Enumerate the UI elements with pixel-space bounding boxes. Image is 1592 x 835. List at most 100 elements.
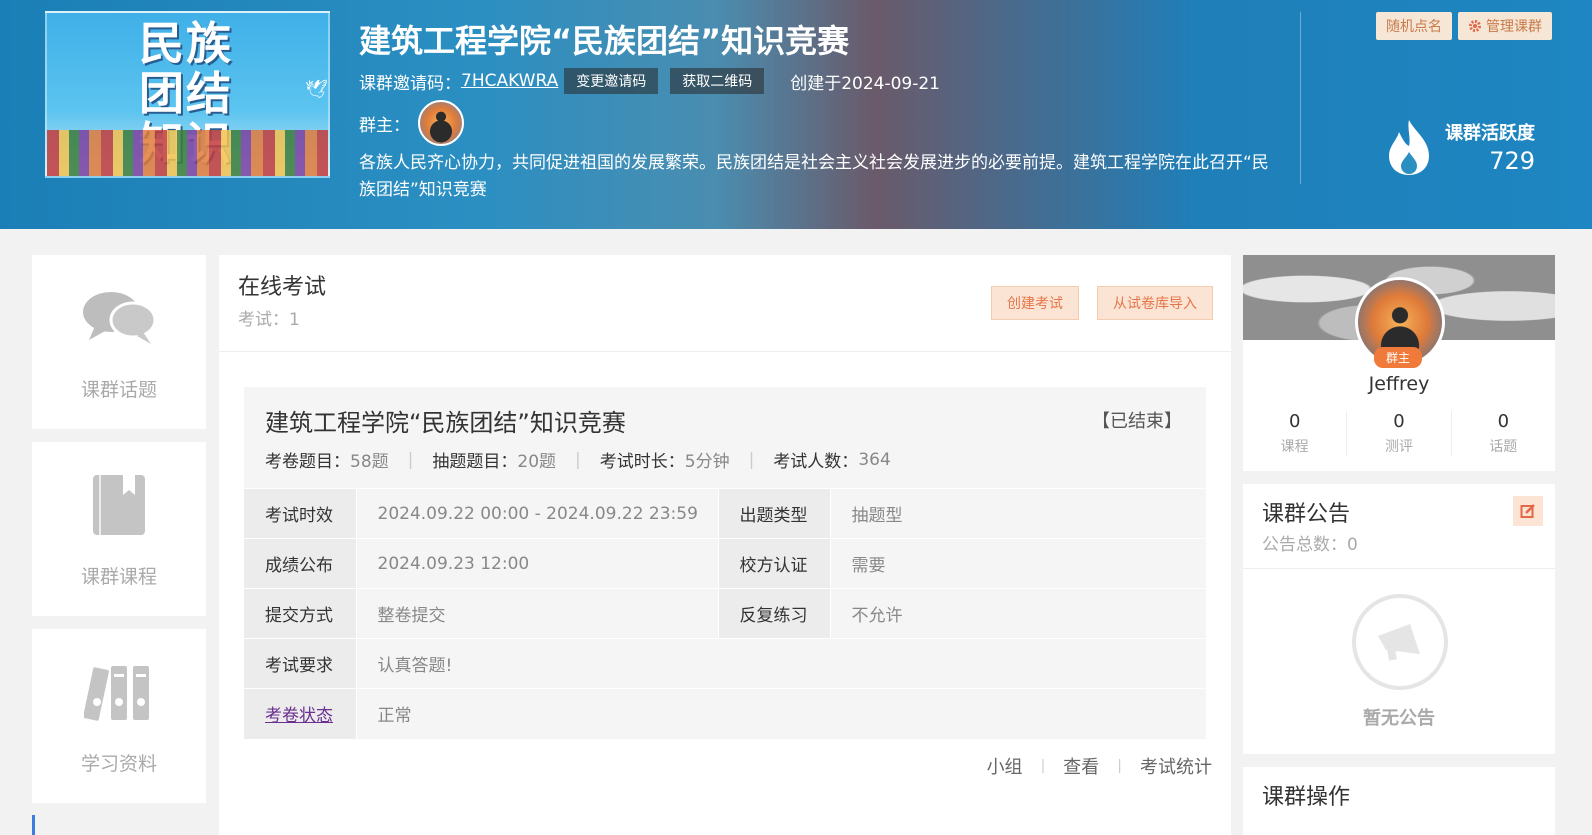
- megaphone-icon: [1352, 594, 1448, 690]
- table-value: 2024.09.23 12:00: [356, 538, 718, 589]
- table-key: 考试要求: [244, 638, 357, 689]
- stat-value: 0: [1393, 411, 1405, 432]
- exam-stats-link[interactable]: 考试统计: [1140, 753, 1212, 779]
- paper-status-link[interactable]: 考卷状态: [265, 706, 333, 726]
- announcement-card: 课群公告 公告总数：0 暂无公告: [1243, 484, 1555, 754]
- meta-separator: |: [575, 449, 581, 470]
- activity-score: 课群活跃度 729: [1385, 118, 1535, 176]
- meta-value: 364: [858, 449, 891, 470]
- table-row: 考试时效 2024.09.22 00:00 - 2024.09.22 23:59…: [244, 488, 1206, 539]
- gear-icon: [1469, 20, 1481, 32]
- table-row: 考卷状态 正常: [244, 688, 1206, 739]
- action-separator: |: [1117, 758, 1122, 774]
- exam-panel: 在线考试 考试：1 创建考试 从试卷库导入 建筑工程学院“民族团结”知识竞赛 【…: [219, 255, 1231, 835]
- table-value: 认真答题!: [356, 638, 1206, 689]
- announcement-count: 公告总数：0: [1262, 535, 1358, 555]
- manage-group-label: 管理课群: [1486, 19, 1542, 35]
- exam-count: 考试：1: [238, 310, 300, 330]
- binders-icon: [81, 657, 157, 727]
- meta-value: 58题: [350, 452, 389, 472]
- stat-topics[interactable]: 0 话题: [1452, 411, 1555, 456]
- nav-item-courses[interactable]: 课群课程: [32, 442, 206, 616]
- course-cover-image: 民族团结知识 🕊: [45, 11, 330, 178]
- random-call-button[interactable]: 随机点名: [1376, 12, 1452, 40]
- exam-panel-header: 在线考试 考试：1 创建考试 从试卷库导入: [219, 255, 1231, 352]
- random-call-label: 随机点名: [1386, 19, 1442, 35]
- page-title: 在线考试: [238, 275, 327, 300]
- nav-item-courses-label: 课群课程: [80, 565, 157, 588]
- nav-item-topics-label: 课群话题: [80, 378, 157, 401]
- exam-meta: 考卷题目： 58题 | 抽题题目： 20题 | 考试时长： 5分钟 | 考试人数： 36…: [265, 447, 891, 473]
- invite-code[interactable]: 7HCAKWRA: [461, 71, 558, 91]
- empty-announcement-text: 暂无公告: [1363, 708, 1435, 729]
- invite-row: 课群邀请码： 7HCAKWRA 变更邀请码 获取二维码 创建于2024-09-2…: [359, 68, 940, 94]
- owner-name[interactable]: Jeffrey: [1243, 373, 1555, 395]
- owner-stats: 0 课程 0 测评 0 话题: [1243, 411, 1555, 456]
- stat-value: 0: [1288, 411, 1301, 432]
- owner-row: 群主：: [359, 100, 464, 146]
- owner-profile-card: 群主 Jeffrey 0 课程 0 测评 0 话题: [1243, 255, 1555, 471]
- nav-item-topics[interactable]: 课群话题: [32, 255, 206, 429]
- exam-card: 建筑工程学院“民族团结”知识竞赛 【已结束】 考卷题目： 58题 | 抽题题目： 2…: [244, 387, 1206, 739]
- create-exam-button[interactable]: 创建考试: [991, 286, 1079, 320]
- divider: [1243, 568, 1555, 569]
- change-invite-code-button[interactable]: 变更邀请码: [564, 68, 659, 94]
- meta-value: 5分钟: [684, 452, 730, 472]
- table-key: 成绩公布: [244, 538, 357, 589]
- table-value: 不允许: [830, 588, 1206, 639]
- group-operations-card: 课群操作: [1243, 767, 1555, 835]
- stat-label: 测评: [1384, 439, 1413, 455]
- table-key: 提交方式: [244, 588, 357, 639]
- stat-value: 0: [1497, 411, 1510, 432]
- table-row: 提交方式 整卷提交 反复练习 不允许: [244, 588, 1206, 639]
- nav-accent-bar: [32, 815, 35, 835]
- chat-bubbles-icon: [81, 283, 157, 353]
- course-description: 各族人民齐心协力，共同促进祖国的发展繁荣。民族团结是社会主义社会发展进步的必要前…: [359, 153, 1269, 200]
- table-key: 考试时效: [244, 488, 357, 539]
- import-from-bank-button[interactable]: 从试卷库导入: [1097, 286, 1213, 320]
- exam-actions: 小组 | 查看 | 考试统计: [987, 753, 1212, 779]
- book-icon: [81, 470, 157, 540]
- activity-label: 课群活跃度: [1445, 123, 1535, 144]
- exam-name[interactable]: 建筑工程学院“民族团结”知识竞赛: [265, 403, 626, 438]
- view-link[interactable]: 查看: [1063, 753, 1099, 779]
- stat-courses[interactable]: 0 课程: [1243, 411, 1348, 456]
- course-title: 建筑工程学院“民族团结”知识竞赛: [359, 22, 850, 60]
- course-banner: 民族团结知识 🕊 建筑工程学院“民族团结”知识竞赛 课群邀请码： 7HCAKWR…: [0, 0, 1592, 229]
- dove-icon: 🕊: [305, 79, 328, 100]
- group-link[interactable]: 小组: [987, 753, 1023, 779]
- meta-separator: |: [748, 449, 755, 470]
- meta-key: 考试人数：: [773, 452, 859, 472]
- stat-label: 话题: [1489, 439, 1518, 455]
- owner-avatar[interactable]: [418, 100, 464, 146]
- stat-evaluations[interactable]: 0 测评: [1347, 411, 1452, 456]
- header-divider: [1300, 12, 1301, 184]
- activity-value: 729: [1489, 147, 1535, 175]
- cover-crowd-illustration: [47, 130, 328, 176]
- group-operations-title: 课群操作: [1262, 785, 1351, 810]
- table-key: 校方认证: [717, 538, 831, 589]
- meta-key: 考卷题目：: [265, 452, 350, 472]
- table-key-cell: 考卷状态: [244, 688, 357, 739]
- exam-status-badge: 【已结束】: [1092, 411, 1182, 432]
- stat-label: 课程: [1280, 439, 1309, 455]
- table-key: 出题类型: [717, 488, 831, 539]
- invite-label: 课群邀请码：: [359, 73, 461, 94]
- meta-separator: |: [407, 449, 414, 470]
- left-nav: 课群话题 课群课程 学习资料: [32, 255, 206, 816]
- owner-badge: 群主: [1374, 347, 1423, 368]
- manage-group-button[interactable]: 管理课群: [1458, 12, 1552, 40]
- nav-item-materials[interactable]: 学习资料: [32, 629, 206, 803]
- meta-key: 抽题题目：: [432, 452, 518, 472]
- nav-item-materials-label: 学习资料: [80, 752, 157, 775]
- edit-icon: [1520, 504, 1535, 518]
- table-row: 成绩公布 2024.09.23 12:00 校方认证 需要: [244, 538, 1206, 589]
- get-qr-code-button[interactable]: 获取二维码: [670, 68, 765, 94]
- edit-announcement-button[interactable]: [1513, 496, 1543, 526]
- table-value: 抽题型: [830, 488, 1206, 539]
- meta-key: 考试时长：: [599, 452, 685, 472]
- announcement-title: 课群公告: [1262, 502, 1351, 527]
- table-key: 反复练习: [717, 588, 831, 639]
- action-separator: |: [1040, 758, 1046, 774]
- table-row: 考试要求 认真答题!: [244, 638, 1206, 689]
